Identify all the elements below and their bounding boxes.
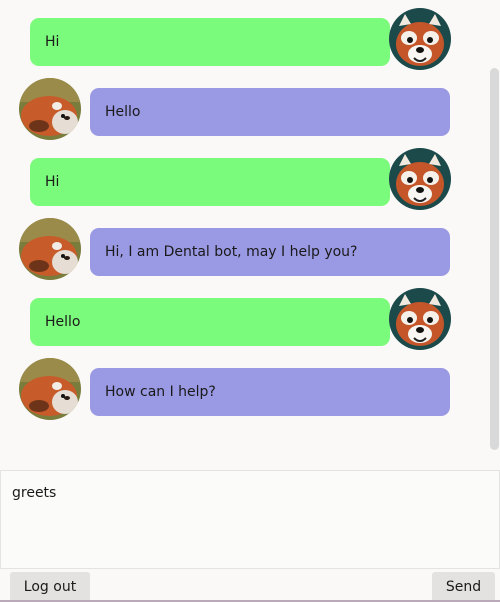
user-avatar: [389, 288, 451, 350]
message-row: Hi: [0, 148, 500, 210]
message-row: Hello: [0, 288, 500, 350]
red-panda-lying-icon: [19, 218, 81, 280]
bot-avatar: [19, 78, 81, 140]
message-row: Hi, I am Dental bot, may I help you?: [0, 218, 500, 280]
message-row: Hello: [0, 78, 500, 140]
bot-message-bubble: How can I help?: [90, 368, 450, 416]
red-panda-lying-icon: [19, 78, 81, 140]
red-panda-face-icon: [389, 148, 451, 210]
user-message-bubble: Hello: [30, 298, 390, 346]
message-row: Hi: [0, 8, 500, 70]
chat-history: Hi Hello Hi Hi, I am Dental bot, may I h…: [0, 0, 500, 465]
bot-message-bubble: Hi, I am Dental bot, may I help you?: [90, 228, 450, 276]
bot-avatar: [19, 358, 81, 420]
red-panda-face-icon: [389, 288, 451, 350]
red-panda-lying-icon: [19, 358, 81, 420]
message-input[interactable]: greets: [0, 470, 500, 569]
bot-avatar: [19, 218, 81, 280]
bot-message-bubble: Hello: [90, 88, 450, 136]
send-button[interactable]: Send: [432, 572, 495, 602]
user-avatar: [389, 148, 451, 210]
logout-button[interactable]: Log out: [10, 572, 90, 602]
chat-scrollbar-thumb[interactable]: [490, 68, 499, 450]
user-avatar: [389, 8, 451, 70]
red-panda-face-icon: [389, 8, 451, 70]
user-message-bubble: Hi: [30, 18, 390, 66]
user-message-bubble: Hi: [30, 158, 390, 206]
message-row: How can I help?: [0, 358, 500, 420]
